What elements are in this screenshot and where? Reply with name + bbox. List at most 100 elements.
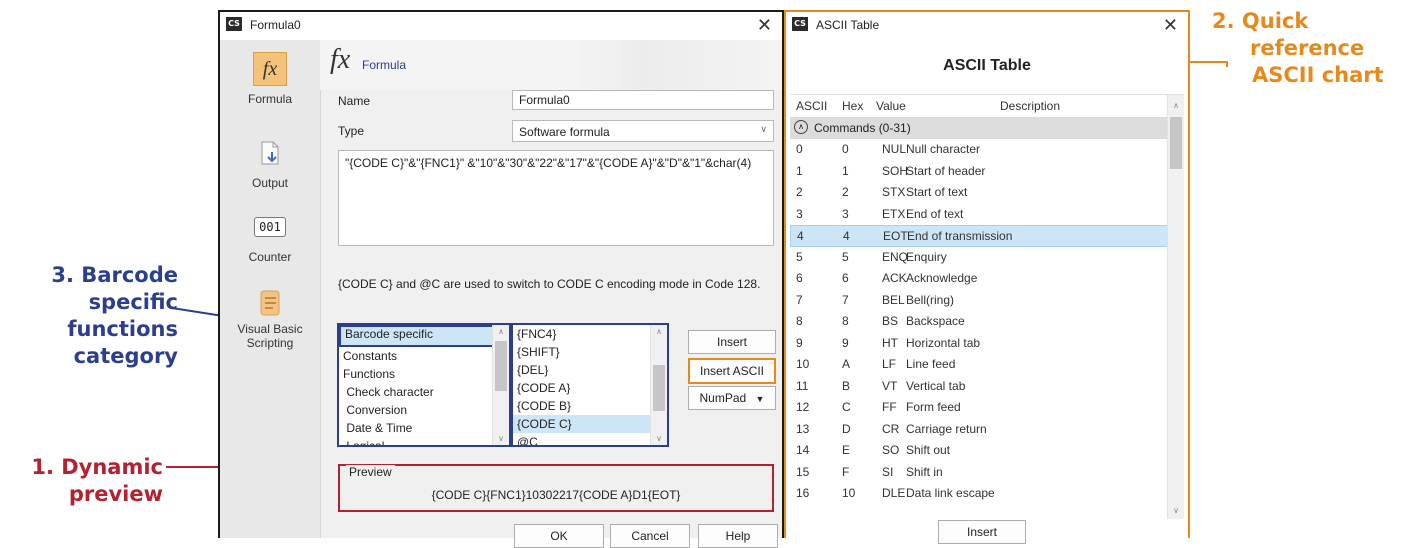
table-cell: ETX xyxy=(882,206,906,221)
scrollbar[interactable]: ∧ ∨ xyxy=(650,325,667,445)
table-row[interactable]: 9 9 HT Horizontal tab xyxy=(790,333,1168,355)
numpad-button[interactable]: NumPad ▼ xyxy=(688,386,776,410)
callout-dynamic-preview: 1. Dynamic preview xyxy=(8,454,163,508)
table-cell: DLE xyxy=(882,486,906,500)
insert-button[interactable]: Insert xyxy=(688,330,776,354)
scroll-thumb[interactable] xyxy=(1170,117,1182,169)
table-cell: 9 xyxy=(796,335,803,350)
table-cell: 6 xyxy=(796,271,803,285)
table-cell: 1 xyxy=(842,163,849,178)
group-label: Commands (0-31) xyxy=(814,121,911,135)
type-select[interactable]: Software formula ∨ xyxy=(512,120,774,142)
nav-item-counter[interactable]: 001 Counter xyxy=(220,210,320,264)
table-cell: SO xyxy=(882,443,900,457)
group-row[interactable]: ∧ Commands (0-31) xyxy=(790,117,1168,139)
info-text: {CODE C} and @C are used to switch to CO… xyxy=(338,277,761,291)
ascii-insert-button[interactable]: Insert xyxy=(938,520,1026,544)
column-header[interactable]: ASCII xyxy=(796,95,827,117)
list-item[interactable]: Logical xyxy=(339,437,509,445)
table-row[interactable]: 2 2 STX Start of text xyxy=(790,182,1168,204)
table-cell: EOT xyxy=(883,229,908,243)
callout-line: specific xyxy=(88,290,178,314)
nav-item-output[interactable]: Output xyxy=(220,136,320,190)
table-cell: ACK xyxy=(882,271,907,285)
table-row[interactable]: 5 5 ENQ Enquiry xyxy=(790,247,1168,269)
counter-glyph: 001 xyxy=(254,217,286,237)
expression-editor[interactable]: "{CODE C}"&"{FNC1}" &"10"&"30"&"22"&"17"… xyxy=(338,150,774,246)
table-row[interactable]: 0 0 NUL Null character xyxy=(790,139,1168,161)
table-row[interactable]: 4 4 EOT End of transmission xyxy=(790,225,1168,247)
table-row[interactable]: 7 7 BEL Bell(ring) xyxy=(790,290,1168,312)
titlebar: CS ASCII Table ✕ xyxy=(786,12,1188,40)
scrollbar[interactable]: ∧ ∨ xyxy=(1167,95,1184,519)
table-cell: 15 xyxy=(796,464,810,479)
nav-label: Output xyxy=(251,176,289,190)
table-row[interactable]: 6 6 ACK Acknowledge xyxy=(790,268,1168,290)
list-item[interactable]: Date & Time xyxy=(339,419,509,437)
table-cell: FF xyxy=(882,400,897,414)
insert-ascii-button[interactable]: Insert ASCII xyxy=(688,358,776,384)
table-cell: A xyxy=(842,357,851,371)
list-item[interactable]: {CODE A} xyxy=(513,379,667,397)
formula-window: CS Formula0 ✕ fx Formula Output 001 Coun… xyxy=(218,10,784,548)
scroll-thumb[interactable] xyxy=(495,341,507,391)
help-button[interactable]: Help xyxy=(698,524,778,548)
table-row[interactable]: 14 E SO Shift out xyxy=(790,440,1168,462)
list-item[interactable]: {SHIFT} xyxy=(513,343,667,361)
preview-label: Preview xyxy=(346,465,395,479)
table-cell: 4 xyxy=(843,229,850,243)
scroll-up-icon: ∧ xyxy=(1173,101,1179,110)
table-cell: 16 xyxy=(796,486,810,500)
table-row[interactable]: 11 B VT Vertical tab xyxy=(790,376,1168,398)
app-icon: CS xyxy=(226,17,242,31)
collapse-icon[interactable]: ∧ xyxy=(794,120,808,134)
table-cell: Horizontal tab xyxy=(906,335,981,350)
name-input[interactable]: Formula0 xyxy=(512,90,774,110)
table-row[interactable]: 3 3 ETX End of text xyxy=(790,204,1168,226)
table-cell: LF xyxy=(882,357,897,371)
scroll-down-icon: ∨ xyxy=(498,434,504,443)
list-item[interactable]: Conversion xyxy=(339,401,509,419)
table-row[interactable]: 16 10 DLE Data link escape xyxy=(790,483,1168,505)
list-item[interactable]: {CODE C} xyxy=(513,415,667,433)
table-row[interactable]: 12 C FF Form feed xyxy=(790,397,1168,419)
list-item[interactable]: {CODE B} xyxy=(513,397,667,415)
column-header[interactable]: Description xyxy=(1000,95,1060,117)
ok-button[interactable]: OK xyxy=(514,524,604,548)
close-button[interactable]: ✕ xyxy=(757,15,772,36)
caret-down-icon: ▼ xyxy=(755,394,765,404)
list-item[interactable]: Check character xyxy=(339,383,509,401)
scrollbar[interactable]: ∧ ∨ xyxy=(492,325,509,445)
table-cell: Acknowledge xyxy=(906,271,978,285)
list-item[interactable]: {DEL} xyxy=(513,361,667,379)
formula-main: fx Formula Name Formula0 Type Software f… xyxy=(320,40,782,548)
list-item[interactable]: {FNC4} xyxy=(513,325,667,343)
function-list[interactable]: {FNC4} {SHIFT} {DEL} {CODE A} {CODE B} {… xyxy=(512,324,668,446)
table-row[interactable]: 8 8 BS Backspace xyxy=(790,311,1168,333)
ascii-grid[interactable]: ASCII Hex Value Description ∧ Commands (… xyxy=(790,94,1184,519)
nav-item-vb-scripting[interactable]: Visual Basic Scripting xyxy=(220,286,320,350)
table-row[interactable]: 1 1 SOH Start of header xyxy=(790,161,1168,183)
table-cell: 1 xyxy=(796,163,803,178)
table-row[interactable]: 13 D CR Carriage return xyxy=(790,419,1168,441)
close-button[interactable]: ✕ xyxy=(1163,15,1178,36)
column-header[interactable]: Value xyxy=(876,95,906,117)
callout-quick-reference: 2. Quick reference ASCII chart xyxy=(1212,8,1402,89)
list-item[interactable]: @C xyxy=(513,433,667,445)
table-cell: 7 xyxy=(842,292,849,307)
scroll-thumb[interactable] xyxy=(653,365,665,411)
list-item[interactable]: Functions xyxy=(339,365,509,383)
nav-item-formula[interactable]: fx Formula xyxy=(220,52,320,106)
list-item[interactable]: Barcode specific xyxy=(339,325,509,347)
table-cell: 0 xyxy=(796,142,803,156)
column-header[interactable]: Hex xyxy=(842,95,863,117)
category-list[interactable]: Barcode specific Constants Functions Che… xyxy=(338,324,510,446)
table-cell: HT xyxy=(882,335,898,350)
table-row[interactable]: 15 F SI Shift in xyxy=(790,462,1168,484)
callout-connector xyxy=(1226,61,1228,67)
table-row[interactable]: 10 A LF Line feed xyxy=(790,354,1168,376)
table-cell: 3 xyxy=(796,206,803,221)
table-cell: Bell(ring) xyxy=(906,292,955,307)
cancel-button[interactable]: Cancel xyxy=(610,524,690,548)
list-item[interactable]: Constants xyxy=(339,347,509,365)
